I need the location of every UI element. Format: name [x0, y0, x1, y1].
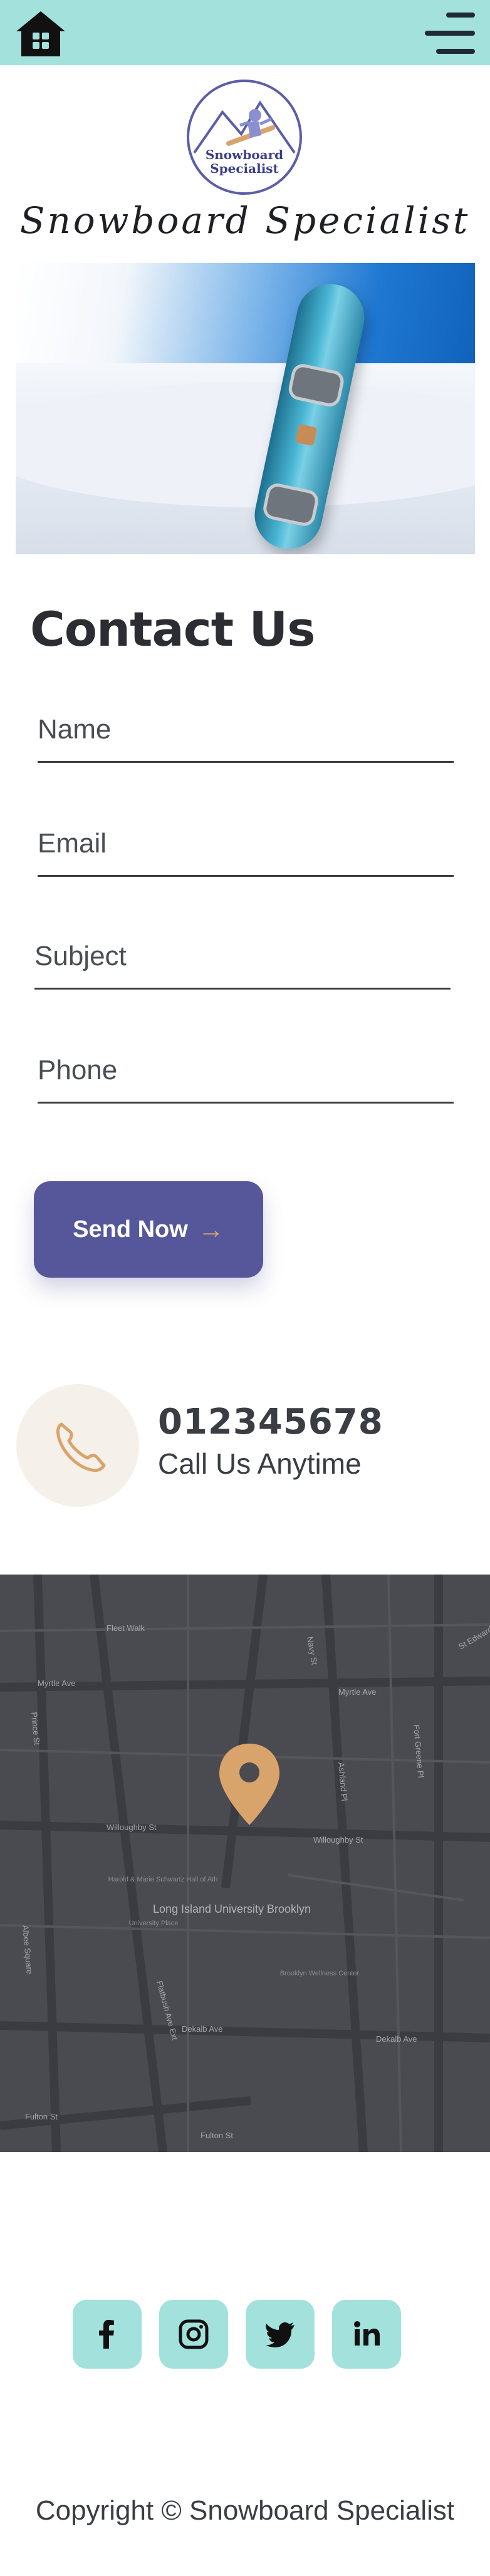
brand-logo[interactable]: Snowboard Specialist: [185, 78, 304, 197]
map-label: Fort Greene Pl: [412, 1724, 425, 1778]
twitter-icon[interactable]: [246, 2300, 315, 2369]
phone-field[interactable]: Phone: [38, 1041, 454, 1104]
subject-field[interactable]: Subject: [34, 927, 451, 990]
instagram-icon[interactable]: [159, 2300, 228, 2369]
name-field[interactable]: Name: [38, 700, 454, 763]
contact-title: Contact Us: [30, 601, 315, 657]
logo-text-line2: Specialist: [210, 161, 279, 176]
map-label: Dekalb Ave: [376, 2034, 417, 2044]
map[interactable]: Fleet Walk Myrtle Ave Myrtle Ave Willoug…: [0, 1575, 490, 2152]
map-place: Harold & Marie Schwartz Hall of Ath: [108, 1876, 218, 1883]
email-field[interactable]: Email: [38, 814, 454, 877]
map-label: Prince St: [29, 1712, 42, 1746]
menu-icon[interactable]: [425, 11, 475, 55]
map-label: Willoughby St: [313, 1835, 363, 1844]
map-place: Long Island University Brooklyn: [153, 1903, 311, 1915]
logo-text-line1: Snowboard: [205, 147, 284, 162]
map-place: Brooklyn Wellness Center: [280, 1970, 360, 1977]
map-label: Navy St: [305, 1636, 320, 1666]
email-field-label: Email: [38, 828, 107, 859]
send-now-button[interactable]: Send Now →: [34, 1181, 263, 1278]
map-label: Myrtle Ave: [338, 1687, 376, 1697]
subject-field-label: Subject: [34, 941, 127, 971]
home-icon[interactable]: [14, 9, 68, 59]
arrow-right-icon: →: [197, 1214, 224, 1244]
phone-number[interactable]: 012345678: [158, 1402, 383, 1442]
copyright-text: Copyright © Snowboard Specialist: [35, 2495, 455, 2526]
map-label: Dekalb Ave: [182, 2024, 223, 2034]
top-bar: [0, 0, 490, 65]
send-now-label: Send Now: [73, 1216, 188, 1243]
phone-icon-circle: [16, 1384, 139, 1507]
map-label: Myrtle Ave: [38, 1679, 75, 1688]
map-pin-icon[interactable]: [219, 1744, 279, 1825]
phone-icon: [56, 1422, 106, 1472]
map-label: Fleet Walk: [107, 1623, 145, 1633]
name-field-label: Name: [38, 714, 112, 745]
facebook-icon[interactable]: [73, 2300, 142, 2369]
map-label: Fulton St: [201, 2131, 233, 2140]
call-subtitle: Call Us Anytime: [158, 1447, 362, 1480]
map-label: St Edwards St: [457, 1617, 490, 1651]
site-title: Snowboard Specialist: [19, 199, 471, 242]
map-label: Willoughby St: [107, 1823, 157, 1832]
map-label: Fulton St: [25, 2112, 58, 2121]
map-place: University Place: [129, 1920, 179, 1927]
map-label: Albee Square: [21, 1925, 34, 1975]
phone-field-label: Phone: [38, 1055, 118, 1085]
linkedin-icon[interactable]: [332, 2300, 401, 2369]
hero-image: [16, 263, 475, 554]
